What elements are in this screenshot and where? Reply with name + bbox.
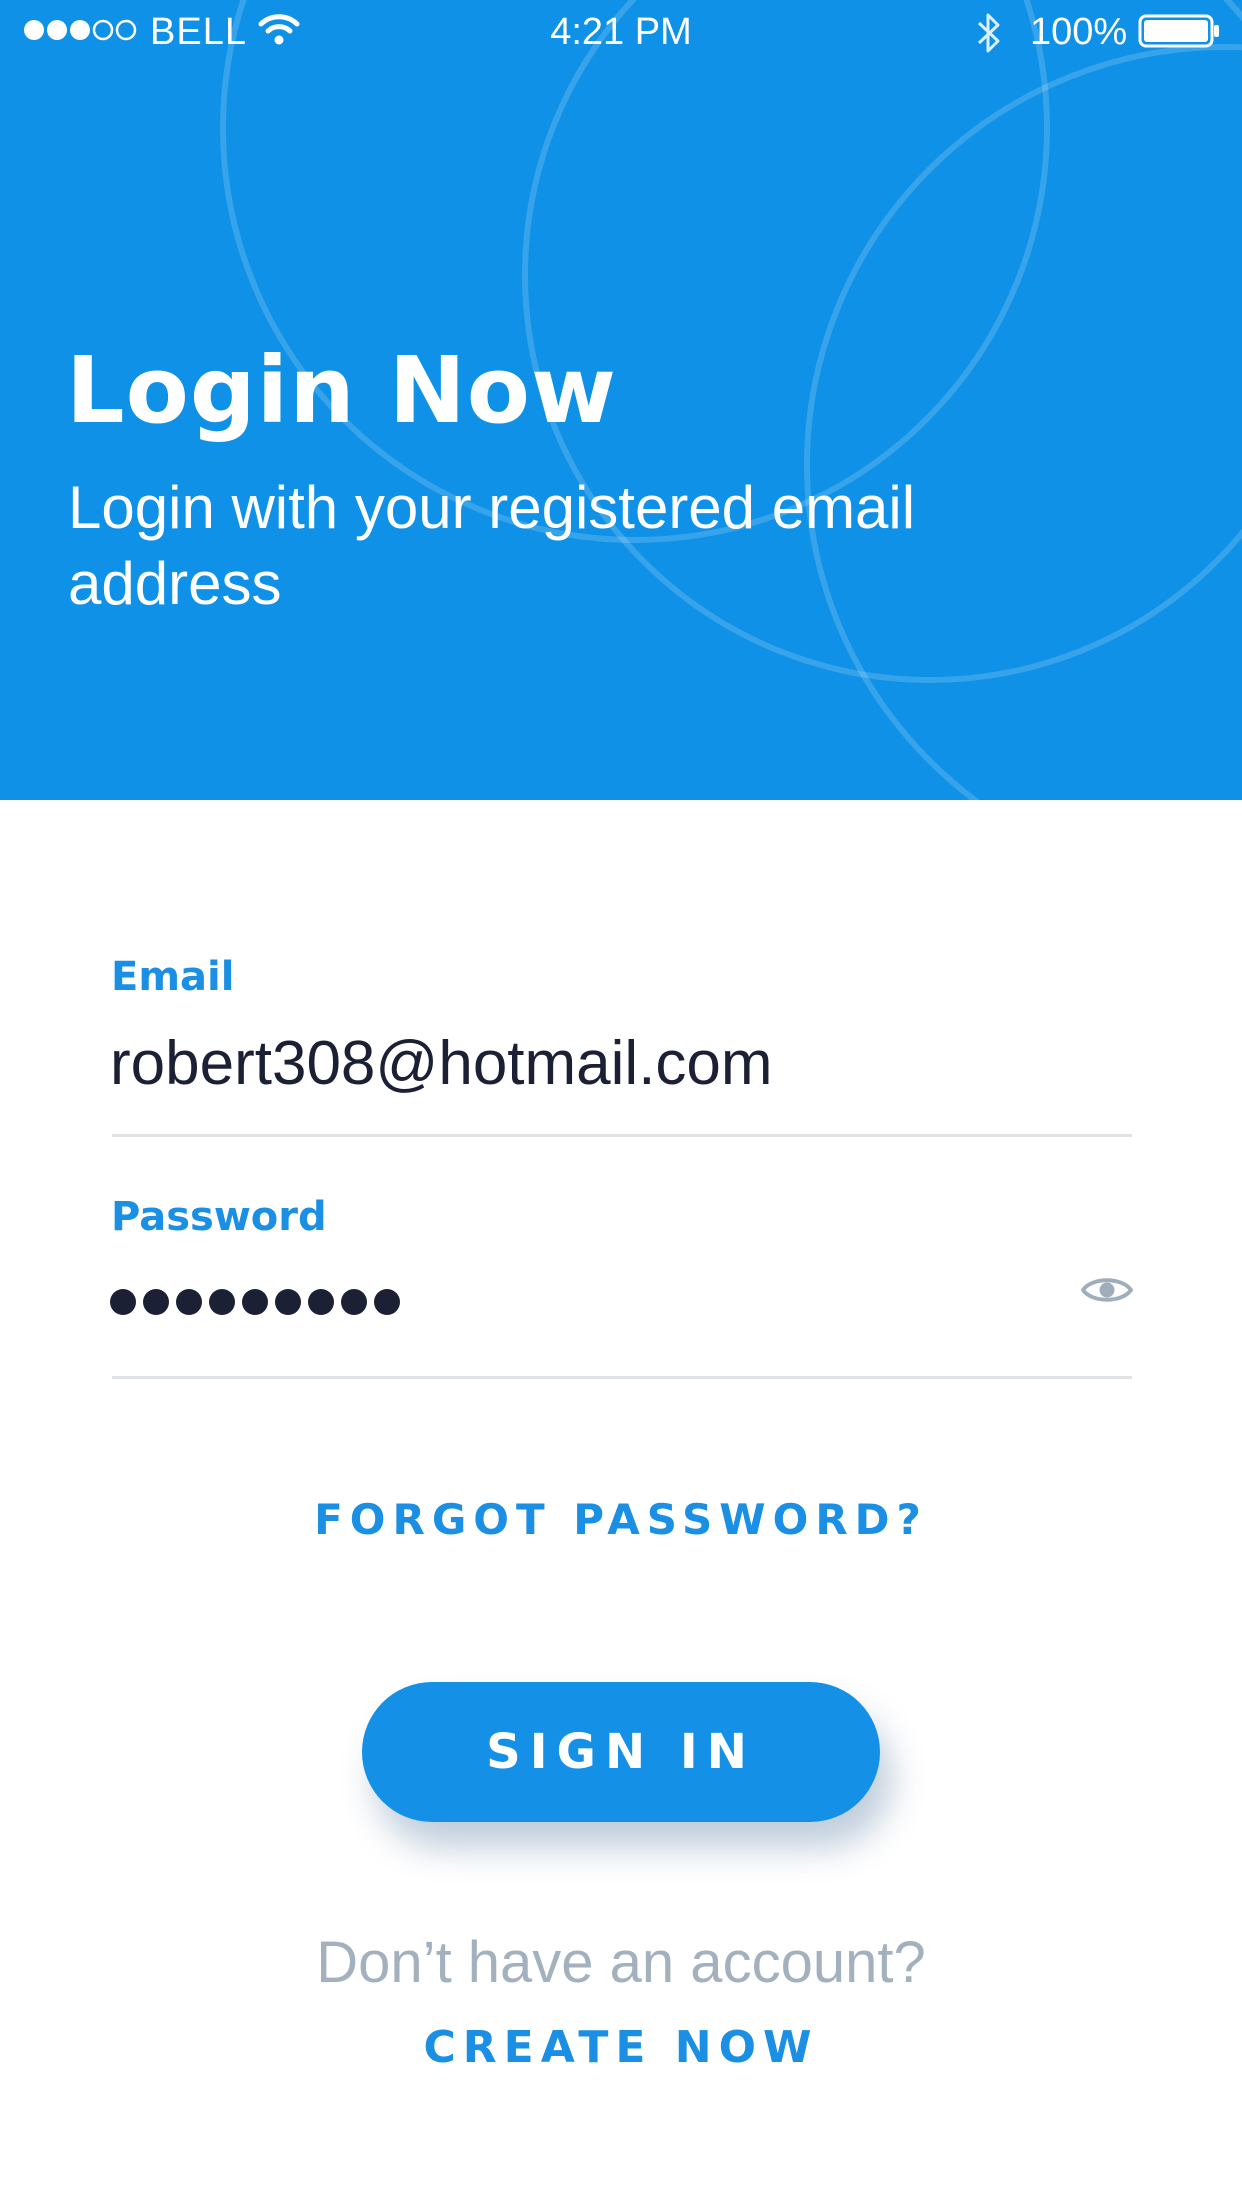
password-mask-dot [275,1289,301,1315]
status-bar: BELL 4:21 PM 100% [0,0,1242,64]
email-label: Email [111,954,235,1000]
password-mask-dot [308,1289,334,1315]
battery-percentage: 100% [1030,11,1128,53]
no-account-text: Don’t have an account? [316,1930,926,1995]
battery-icon [1138,14,1220,58]
email-underline [112,1134,1132,1137]
email-field[interactable] [110,1026,1090,1102]
password-mask-dot [242,1289,268,1315]
password-mask-dot [374,1289,400,1315]
page-title: Login Now [66,337,617,444]
password-mask-dot [143,1289,169,1315]
forgot-password-link[interactable]: FORGOT PASSWORD? [0,1494,1242,1546]
bluetooth-icon [974,10,1004,66]
page-subtitle: Login with your registered email address [68,474,916,617]
password-mask-dot [176,1289,202,1315]
eye-icon[interactable] [1080,1272,1134,1308]
password-label: Password [111,1194,327,1240]
password-field[interactable] [110,1280,400,1324]
sign-in-button[interactable]: SIGN IN [362,1682,880,1822]
password-mask-dot [209,1289,235,1315]
password-underline [112,1376,1132,1379]
password-mask-dot [110,1289,136,1315]
password-mask-dot [341,1289,367,1315]
header-banner: BELL 4:21 PM 100% Login Now Login with y… [0,0,1242,800]
create-account-link[interactable]: CREATE NOW [0,2020,1242,2076]
